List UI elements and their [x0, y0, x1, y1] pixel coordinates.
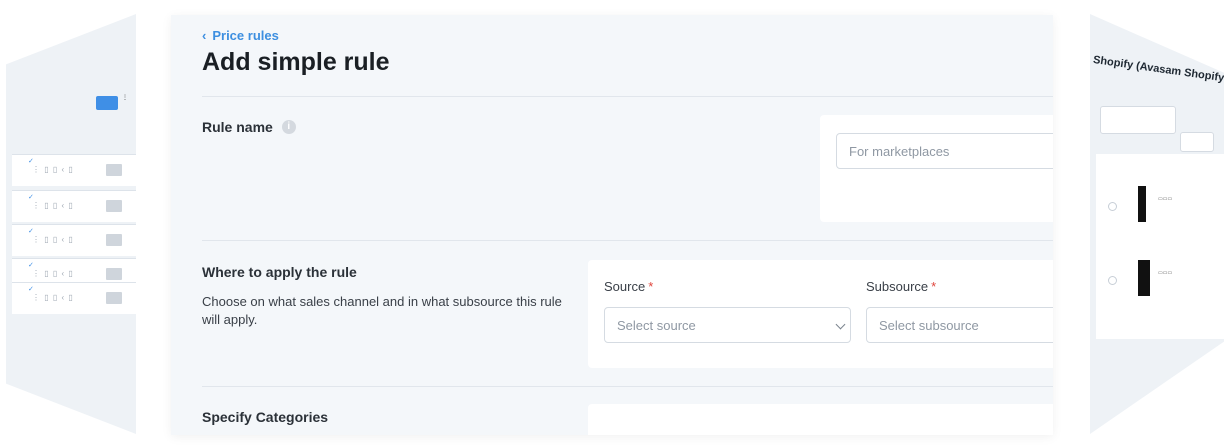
radio-icon	[1108, 276, 1117, 285]
rule-name-label-text: Rule name	[202, 119, 273, 135]
subsource-label: Subsource *	[866, 279, 936, 294]
chevron-left-icon: ‹	[202, 28, 207, 43]
breadcrumb-label: Price rules	[212, 28, 279, 43]
preview-product-row: ▭▭▭	[1104, 254, 1224, 314]
preview-row: ✓ ⋮ ▯ ▯ ‹ ▯	[12, 154, 136, 186]
divider	[202, 386, 1053, 387]
source-label: Source *	[604, 279, 653, 294]
preview-menu-icon: ⋮	[122, 95, 128, 101]
rule-name-input[interactable]: For marketplaces	[836, 133, 1053, 169]
breadcrumb-price-rules[interactable]: ‹ Price rules	[202, 28, 279, 43]
product-thumbnail	[1138, 260, 1150, 296]
categories-label-text: Specify Categories	[202, 409, 329, 425]
right-preview-panel: Shopify (Avasam Shopify Listing Specific…	[1090, 14, 1224, 434]
divider	[202, 240, 1053, 241]
page-header: ‹ Price rules Add simple rule	[171, 15, 1053, 97]
radio-icon	[1108, 202, 1117, 211]
preview-title: Shopify (Avasam Shopify Listing Specific…	[1092, 54, 1224, 100]
preview-product-row: ▭▭▭	[1104, 180, 1224, 240]
apply-rule-description: Choose on what sales channel and in what…	[202, 294, 562, 327]
preview-row: ✓ ⋮ ▯ ▯ ‹ ▯	[12, 190, 136, 222]
subsource-label-text: Subsource	[866, 279, 929, 294]
page-title: Add simple rule	[202, 48, 390, 76]
apply-rule-label: Where to apply the rule	[202, 264, 357, 280]
info-icon[interactable]: i	[281, 120, 296, 134]
rule-name-placeholder: For marketplaces	[849, 143, 950, 159]
preview-search	[1100, 106, 1176, 134]
source-placeholder: Select source	[617, 317, 696, 333]
rule-name-box: For marketplaces	[820, 115, 1053, 222]
preview-filter-button	[1180, 132, 1214, 152]
apply-rule-label-text: Where to apply the rule	[202, 264, 357, 280]
subsource-placeholder: Select subsource	[879, 317, 979, 333]
categories-label: Specify Categories	[202, 409, 328, 425]
left-preview-panel: ⋮ ✓ ⋮ ▯ ▯ ‹ ▯ ✓ ⋮ ▯ ▯ ‹ ▯ ✓ ⋮ ▯ ▯ ‹ ▯ ✓ ⋮ ▯ …	[6, 14, 136, 434]
divider	[202, 96, 1053, 97]
preview-row: ✓ ⋮ ▯ ▯ ‹ ▯	[12, 224, 136, 256]
subsource-select[interactable]: Select subsource	[866, 307, 1053, 343]
source-select[interactable]: Select source	[604, 307, 851, 343]
add-rule-card: ‹ Price rules Add simple rule Rule name …	[171, 15, 1053, 435]
rule-name-label: Rule name i	[202, 119, 296, 135]
preview-row: ✓ ⋮ ▯ ▯ ‹ ▯	[12, 282, 136, 314]
source-label-text: Source	[604, 279, 646, 294]
required-marker: *	[931, 279, 937, 294]
chevron-down-icon	[835, 319, 846, 330]
preview-button	[96, 96, 118, 110]
product-thumbnail	[1138, 186, 1146, 222]
preview-table: ▭▭▭ ▭▭▭	[1096, 154, 1224, 339]
apply-rule-box: Source * Select source Subsource * Select …	[588, 260, 1053, 368]
categories-box	[588, 404, 1053, 435]
required-marker: *	[648, 279, 654, 294]
